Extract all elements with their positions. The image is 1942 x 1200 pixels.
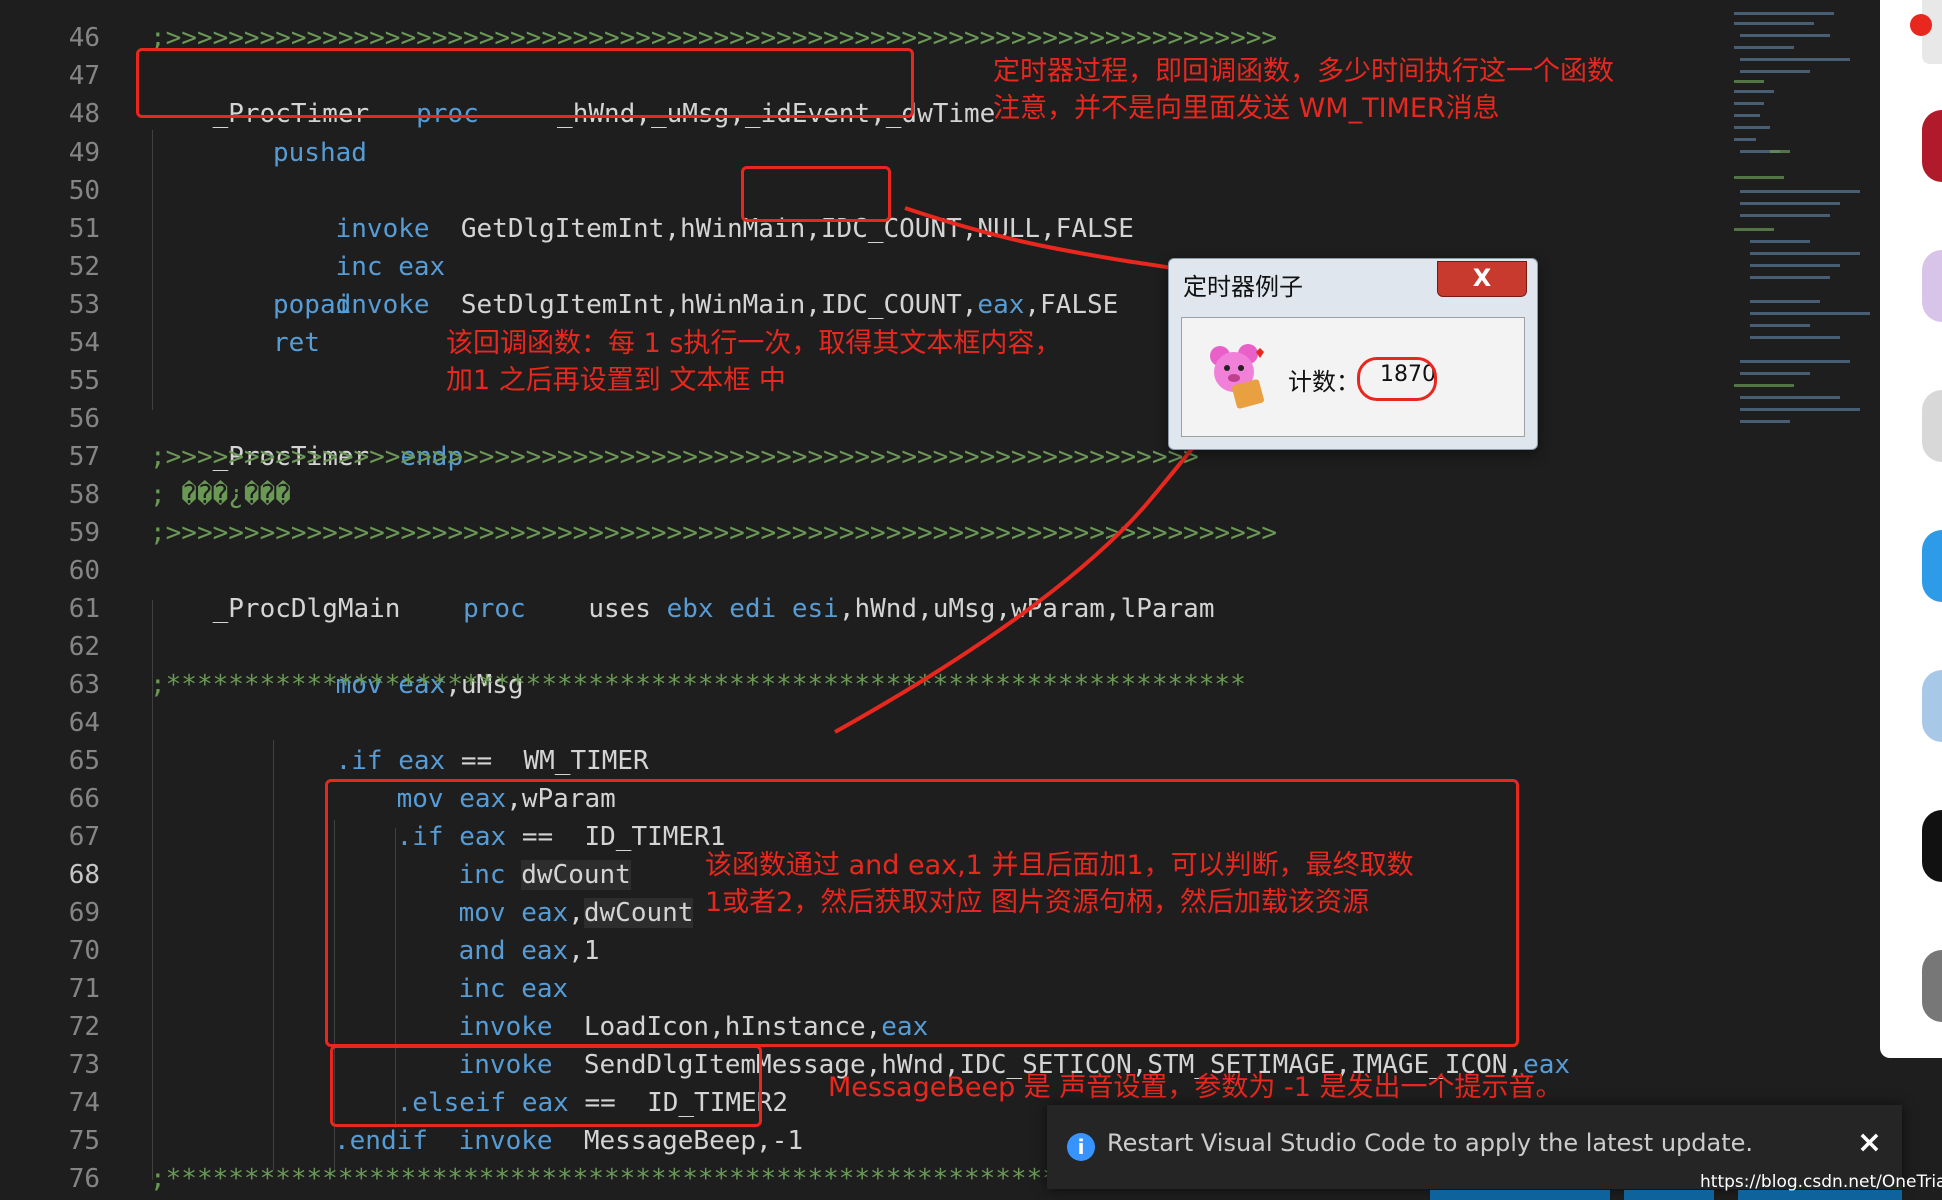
watermark: https://blog.csdn.net/OneTrianee: [1700, 1172, 1942, 1192]
notification-action-button[interactable]: [1430, 1190, 1610, 1200]
annotation-message-beep: MessageBeep 是 声音设置，参数为 -1 是发出一个提示音。: [828, 1072, 1563, 1103]
dialog-body: 计数： 1870: [1181, 317, 1525, 437]
count-label: 计数：: [1288, 368, 1360, 396]
arrow-curve-bottom: [834, 407, 1220, 734]
annotation-load-icon: 该函数通过 and eax,1 并且后面加1，可以判断，最终取数 1或者2，然后…: [705, 850, 1414, 918]
annotation-callback: 该回调函数：每 1 s执行一次，取得其文本框内容， 加1 之后再设置到 文本框 …: [446, 328, 1062, 396]
timer-dialog[interactable]: 定时器例子 X 计数： 1870: [1168, 258, 1538, 450]
notification-message: Restart Visual Studio Code to apply the …: [1107, 1129, 1754, 1157]
notification-close-button[interactable]: ×: [1857, 1125, 1882, 1160]
highlight-box-count-value: [1357, 357, 1437, 401]
annotation-arrows: [834, 206, 1367, 734]
dialog-close-button[interactable]: X: [1437, 261, 1527, 297]
bear-icon: [1210, 344, 1264, 409]
info-icon: i: [1067, 1133, 1095, 1161]
dialog-title: 定时器例子: [1183, 273, 1303, 301]
annotation-proc-timer: 定时器过程，即回调函数，多少时间执行这一个函数 注意，并不是向里面发送 WM_T…: [993, 56, 1614, 124]
